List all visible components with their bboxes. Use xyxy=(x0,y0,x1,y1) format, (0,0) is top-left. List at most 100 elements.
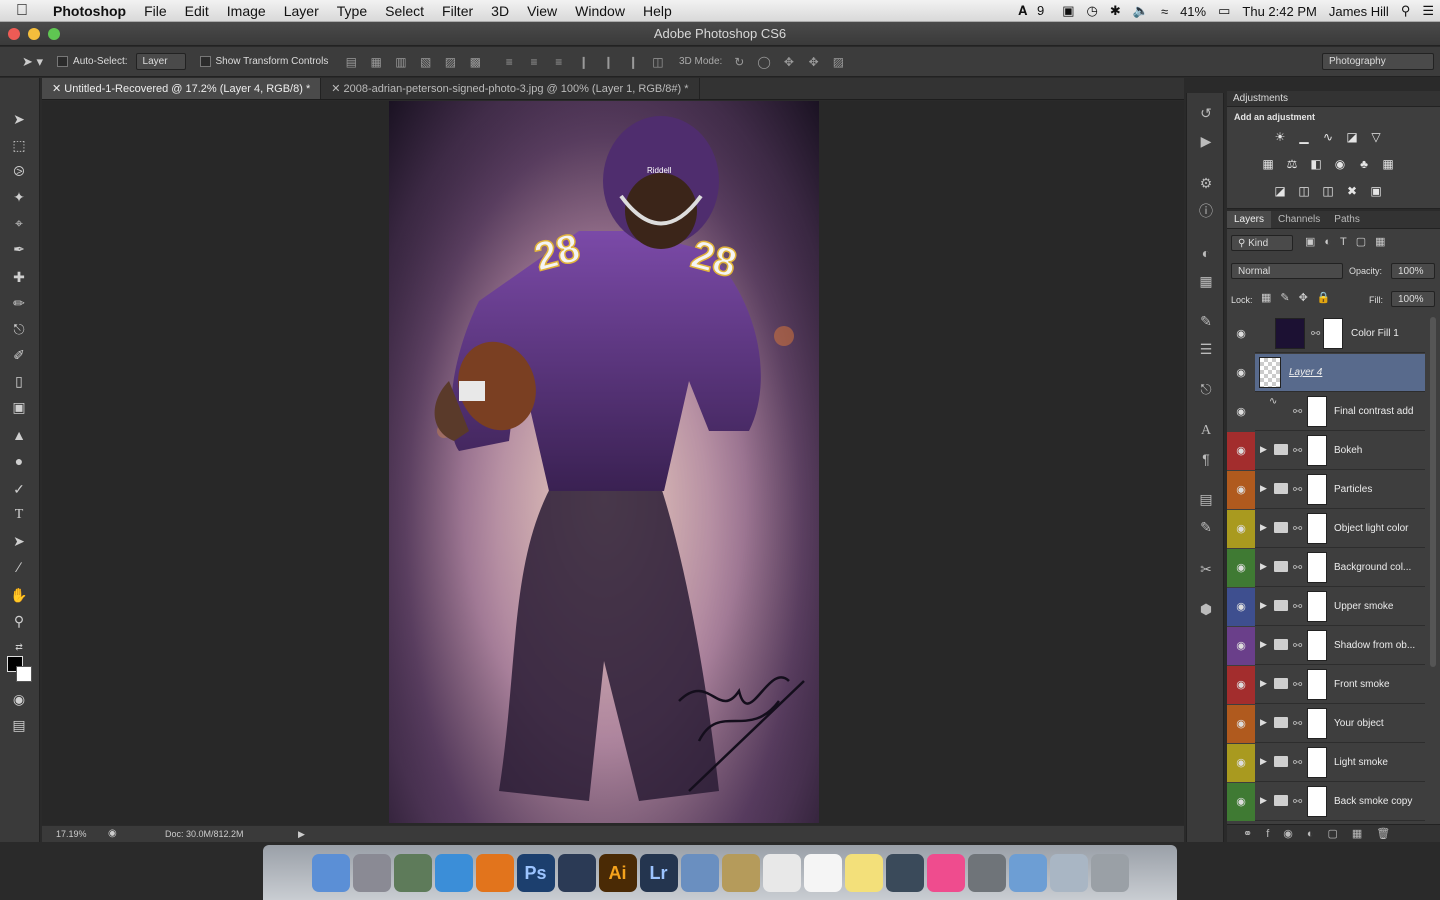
display-icon[interactable]: ▣ xyxy=(1056,3,1080,19)
layer-row[interactable]: ◉ ▶ ⚯ Front smoke xyxy=(1227,666,1425,704)
user-menu[interactable]: James Hill xyxy=(1323,4,1395,19)
dock-reminders-icon[interactable] xyxy=(803,853,842,892)
move-tool-icon[interactable]: ➤ xyxy=(6,108,32,130)
layer-mask-thumbnail[interactable] xyxy=(1307,630,1327,661)
type-tool-icon[interactable]: T xyxy=(6,504,32,526)
menu-filter[interactable]: Filter xyxy=(433,3,482,19)
layer-row[interactable]: ◉ ⚯ Color Fill 1 xyxy=(1227,315,1425,353)
expand-group-icon[interactable]: ▶ xyxy=(1260,561,1267,572)
layer-mask-thumbnail[interactable] xyxy=(1307,786,1327,817)
tool-presets-icon[interactable]: ⚙ xyxy=(1195,173,1217,193)
apple-menu-icon[interactable]:  xyxy=(0,2,44,20)
3d-panel-icon[interactable]: ⬢ xyxy=(1195,599,1217,619)
expand-group-icon[interactable]: ▶ xyxy=(1260,483,1267,494)
bluetooth-icon[interactable]: ✱ xyxy=(1104,3,1127,19)
menu-file[interactable]: File xyxy=(135,3,176,19)
layer-row[interactable]: ◉ ▶ ⚯ Particles xyxy=(1227,471,1425,509)
auto-align-icon[interactable]: ◫ xyxy=(650,55,666,69)
battery-status[interactable]: 41% xyxy=(1174,4,1212,19)
info-panel-icon[interactable]: ⓘ xyxy=(1195,201,1217,221)
zoom-level[interactable]: 17.19% xyxy=(56,826,87,842)
layer-mask-thumbnail[interactable] xyxy=(1307,396,1327,427)
tab-untitled-recovered[interactable]: ✕ Untitled-1-Recovered @ 17.2% (Layer 4,… xyxy=(42,78,322,99)
time-machine-icon[interactable]: ◷ xyxy=(1081,3,1104,19)
distribute-left-icon[interactable]: ❙ xyxy=(576,55,592,69)
hand-tool-icon[interactable]: ✋ xyxy=(6,584,32,606)
align-right-icon[interactable]: ▩ xyxy=(467,55,483,69)
brightness-contrast-icon[interactable]: ☀ xyxy=(1271,129,1289,145)
close-tab-icon[interactable]: ✕ xyxy=(331,83,340,95)
invert-icon[interactable]: ◪ xyxy=(1271,183,1289,199)
gradient-map-icon[interactable]: ▣ xyxy=(1367,183,1385,199)
3d-rotate-icon[interactable]: ↻ xyxy=(731,55,747,69)
wifi-icon[interactable]: ≈ xyxy=(1155,4,1174,19)
lock-icons[interactable]: ▦✎✥🔒 xyxy=(1261,291,1340,304)
distribute-vcenter-icon[interactable]: ≡ xyxy=(526,55,542,69)
expand-group-icon[interactable]: ▶ xyxy=(1260,678,1267,689)
artwork-canvas[interactable]: Riddell 28 28 xyxy=(389,101,819,823)
levels-icon[interactable]: ▁ xyxy=(1295,129,1313,145)
lasso-tool-icon[interactable]: ⧁ xyxy=(6,160,32,182)
dock-safari-icon[interactable] xyxy=(434,853,473,892)
visibility-eye-icon[interactable]: ◉ xyxy=(1227,666,1255,704)
align-left-icon[interactable]: ▧ xyxy=(418,55,434,69)
align-vcenter-icon[interactable]: ▦ xyxy=(368,55,384,69)
layer-mask-thumbnail[interactable] xyxy=(1307,435,1327,466)
dock-ps-icon[interactable]: Ps xyxy=(516,853,555,892)
color-balance-icon[interactable]: ⚖ xyxy=(1283,156,1301,172)
3d-drag-icon[interactable]: ✥ xyxy=(781,55,797,69)
expand-group-icon[interactable]: ▶ xyxy=(1260,639,1267,650)
visibility-eye-icon[interactable]: ◉ xyxy=(1227,744,1255,782)
layer-mask-thumbnail[interactable] xyxy=(1307,708,1327,739)
opacity-input[interactable]: 100% xyxy=(1391,263,1435,279)
menu-layer[interactable]: Layer xyxy=(275,3,328,19)
auto-select-dropdown[interactable]: Layer xyxy=(135,53,186,70)
tab-paths[interactable]: Paths xyxy=(1327,211,1367,228)
layer-filter-kind[interactable]: ⚲ Kind xyxy=(1231,235,1293,251)
align-hcenter-icon[interactable]: ▨ xyxy=(442,55,458,69)
healing-brush-tool-icon[interactable]: ✚ xyxy=(6,266,32,288)
expand-group-icon[interactable]: ▶ xyxy=(1260,444,1267,455)
tab-channels[interactable]: Channels xyxy=(1271,211,1327,228)
visibility-eye-icon[interactable]: ◉ xyxy=(1227,705,1255,743)
dock-ai-icon[interactable]: Ai xyxy=(598,853,637,892)
brush-presets-icon[interactable]: ☰ xyxy=(1195,339,1217,359)
dock-finder-icon[interactable] xyxy=(311,853,350,892)
close-tab-icon[interactable]: ✕ xyxy=(52,83,61,95)
canvas-area[interactable]: Riddell 28 28 xyxy=(42,101,1184,825)
align-top-icon[interactable]: ▤ xyxy=(343,55,359,69)
visibility-eye-icon[interactable]: ◉ xyxy=(1227,432,1255,470)
3d-scale-icon[interactable]: ▨ xyxy=(830,55,846,69)
crop-tool-icon[interactable]: ⌖ xyxy=(6,212,32,234)
adobe-badge-icon[interactable]: 𝐀 9 xyxy=(1012,3,1056,19)
layer-row[interactable]: ◉ ▶ ⚯ Shadow from ob... xyxy=(1227,627,1425,665)
visibility-eye-icon[interactable]: ◉ xyxy=(1227,354,1255,392)
dock-facetime-icon[interactable] xyxy=(885,853,924,892)
layer-mask-thumbnail[interactable] xyxy=(1307,591,1327,622)
dock-notes-icon[interactable] xyxy=(844,853,883,892)
visibility-eye-icon[interactable]: ◉ xyxy=(1227,783,1255,821)
dock-documents-icon[interactable] xyxy=(1049,853,1088,892)
dock-itunes-icon[interactable] xyxy=(926,853,965,892)
pen-tool-icon[interactable]: ✓ xyxy=(6,478,32,500)
link-chain-icon[interactable]: ⚯ xyxy=(1293,795,1302,808)
layer-filter-icons[interactable]: ▣◐T▢▦ xyxy=(1305,235,1395,248)
layer-mask-thumbnail[interactable] xyxy=(1307,552,1327,583)
tab-layers[interactable]: Layers xyxy=(1227,211,1272,228)
3d-slide-icon[interactable]: ✥ xyxy=(806,55,822,69)
layer-row[interactable]: ◉ ▶ ⚯ Object light color xyxy=(1227,510,1425,548)
expand-group-icon[interactable]: ▶ xyxy=(1260,795,1267,806)
distribute-right-icon[interactable]: ❙ xyxy=(625,55,641,69)
link-chain-icon[interactable]: ⚯ xyxy=(1293,405,1302,418)
zoom-window-icon[interactable] xyxy=(48,28,60,40)
color-panel-icon[interactable]: ◐ xyxy=(1195,243,1217,263)
layer-row[interactable]: ◉ Layer 4 xyxy=(1227,354,1425,392)
photo-filter-icon[interactable]: ◉ xyxy=(1331,156,1349,172)
layer-row[interactable]: ◉ ▶ ⚯ Background col... xyxy=(1227,549,1425,587)
paragraph-panel-icon[interactable]: ¶ xyxy=(1195,449,1217,469)
align-bottom-icon[interactable]: ▥ xyxy=(393,55,409,69)
layers-scrollbar[interactable] xyxy=(1430,317,1436,667)
tab-adrian-peterson-photo[interactable]: ✕ 2008-adrian-peterson-signed-photo-3.jp… xyxy=(321,78,700,99)
dock-lr-icon[interactable]: Lr xyxy=(639,853,678,892)
layer-row[interactable]: ◉ ∿ ⚯ Final contrast add xyxy=(1227,393,1425,431)
